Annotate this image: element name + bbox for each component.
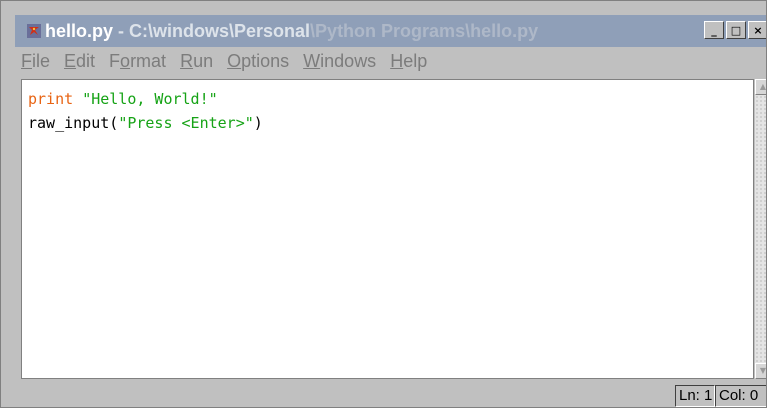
title-separator: - [113,21,130,41]
scroll-down-arrow-icon[interactable]: ▼ [755,363,766,379]
menu-file-accelerator: F [21,50,32,71]
menu-help[interactable]: Help [384,51,435,72]
minimize-button[interactable]: _ [704,21,724,39]
menu-help-accelerator: H [390,50,404,71]
title-filename: hello.py [45,21,114,41]
keyword-print: print [28,90,74,108]
menu-edit-label: dit [76,50,96,71]
menu-format-label: rmat [130,50,167,71]
menu-bar: File Edit Format Run Options Windows Hel… [15,47,766,75]
menu-options-label: ptions [241,50,290,71]
column-number-indicator: Col: 0 [715,385,766,407]
title-bar[interactable]: hello.py - C:\windows\Personal\Python Pr… [15,15,766,47]
function-raw-input: raw_input( [28,114,119,132]
menu-format[interactable]: Format [103,51,174,72]
window-controls: _ □ × [704,21,766,39]
menu-format-accelerator: o [120,50,131,71]
close-button[interactable]: × [748,21,766,39]
code-line-1: print "Hello, World!" [28,87,263,111]
maximize-icon: □ [730,23,742,37]
menu-help-label: elp [403,50,428,71]
code-editor[interactable]: print "Hello, World!" raw_input("Press <E… [21,79,754,379]
vertical-scrollbar[interactable]: ▲ ▼ [754,79,766,379]
menu-windows-accelerator: W [303,50,321,71]
close-paren: ) [253,114,263,132]
menu-format-prefix: F [109,50,121,71]
string-press-enter: "Press <Enter>" [118,114,254,132]
line-number-indicator: Ln: 1 [675,385,715,407]
menu-options[interactable]: Options [221,51,297,72]
scroll-up-arrow-icon[interactable]: ▲ [755,79,766,95]
window-title: hello.py - C:\windows\Personal\Python Pr… [45,21,538,41]
title-path-start: C:\windows\Personal [129,21,311,41]
code-text[interactable]: print "Hello, World!" raw_input("Press <E… [28,87,263,135]
close-icon: × [753,23,763,37]
menu-edit-accelerator: E [64,50,77,71]
title-path-end: \Python Programs\hello.py [310,21,539,41]
menu-edit[interactable]: Edit [58,51,103,72]
menu-run-label: un [193,50,214,71]
status-bar: Ln: 1 Col: 0 [1,379,766,407]
python-snake-icon[interactable] [27,24,41,38]
maximize-button[interactable]: □ [726,21,746,39]
minimize-icon: _ [711,23,717,37]
menu-windows-label: indows [320,50,377,71]
menu-run-accelerator: R [180,50,194,71]
menu-options-accelerator: O [227,50,242,71]
code-line-2: raw_input("Press <Enter>") [28,111,263,135]
menu-windows[interactable]: Windows [297,51,384,72]
menu-run[interactable]: Run [174,51,221,72]
idle-editor-window: hello.py - C:\windows\Personal\Python Pr… [0,0,767,408]
menu-file-label: ile [32,50,51,71]
menu-file[interactable]: File [15,51,58,72]
string-hello: "Hello, World!" [82,90,218,108]
